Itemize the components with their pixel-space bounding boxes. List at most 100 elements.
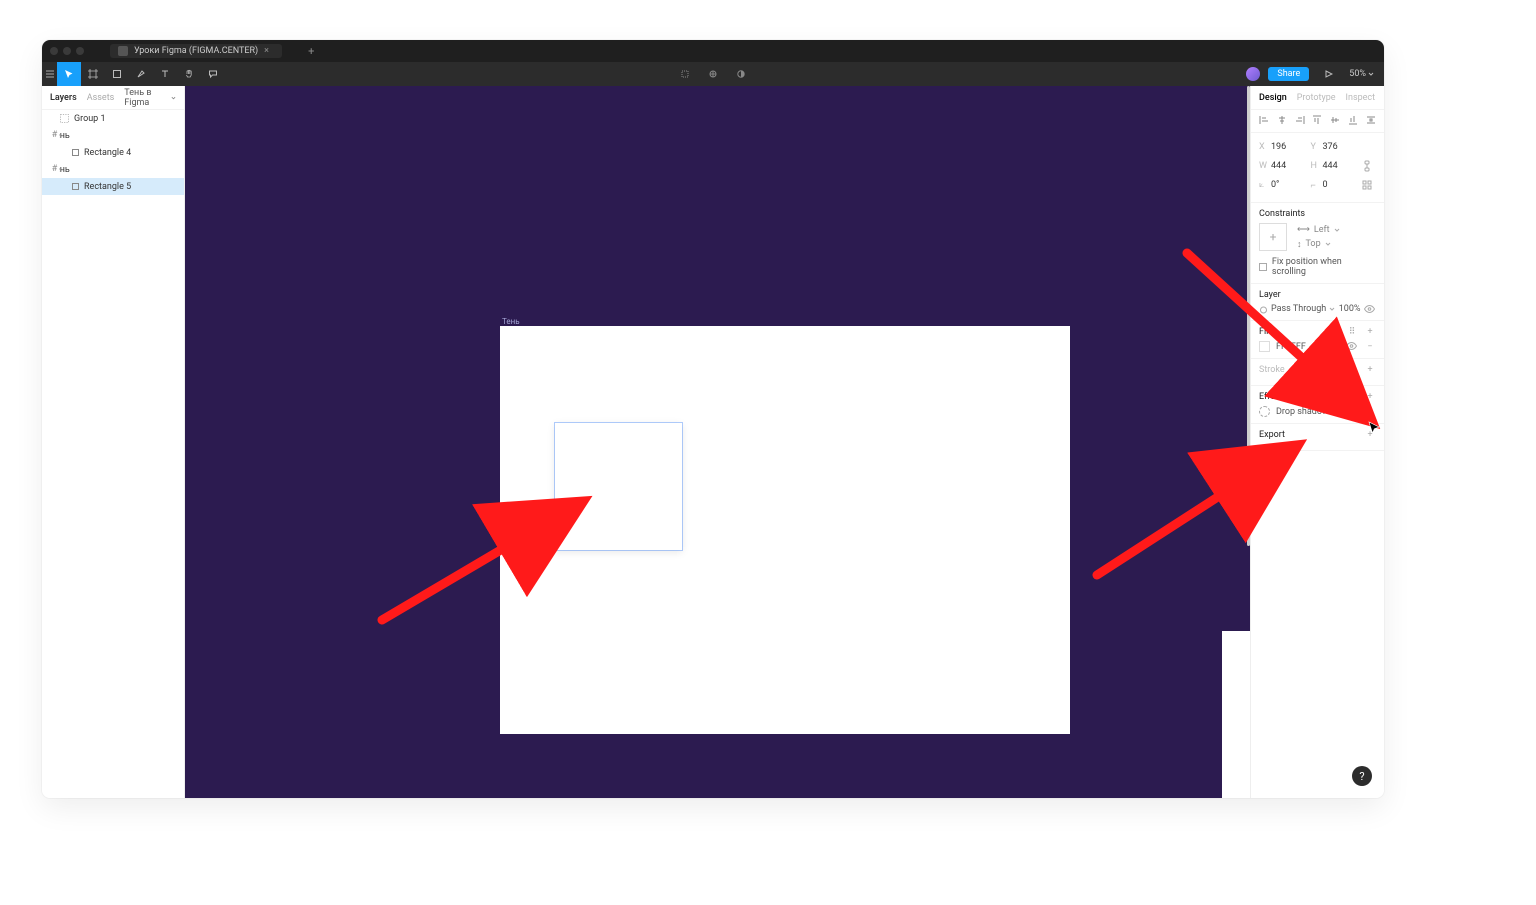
layer-group[interactable]: Group 1 <box>42 110 184 127</box>
style-icon[interactable]: ⠿ <box>1346 327 1358 337</box>
align-right-icon[interactable] <box>1293 114 1307 126</box>
effect-settings-icon[interactable] <box>1259 406 1270 417</box>
zoom-value: 50% <box>1349 69 1366 79</box>
chevron-down-icon <box>171 95 176 101</box>
tab-layers[interactable]: Layers <box>50 93 77 103</box>
layer-frame[interactable]: Тень <box>42 127 184 144</box>
file-tab[interactable]: Уроки Figma (FIGMA.CENTER) × <box>110 44 282 58</box>
close-window[interactable] <box>50 47 58 55</box>
hand-tool[interactable] <box>177 62 201 86</box>
distribute-icon[interactable] <box>1364 114 1378 126</box>
stroke-section: Stroke + <box>1251 359 1384 386</box>
zoom-control[interactable]: 50% <box>1349 69 1374 79</box>
align-vcenter-icon[interactable] <box>1328 114 1342 126</box>
constraints-section: Constraints ⟷Left ↕Top Fix position when… <box>1251 203 1384 284</box>
add-stroke-button[interactable]: + <box>1364 365 1376 375</box>
visibility-icon[interactable] <box>1364 305 1376 313</box>
independent-corners-icon[interactable] <box>1362 180 1376 190</box>
main-menu-button[interactable] <box>42 62 57 86</box>
transform-section: X196 Y376 W444 H444 ⟀0° ⌐0 <box>1251 133 1384 203</box>
pos-y-input[interactable]: 376 <box>1323 142 1338 152</box>
share-button[interactable]: Share <box>1268 67 1309 81</box>
white-area <box>1222 631 1250 798</box>
rectangle-icon <box>72 183 79 190</box>
height-input[interactable]: 444 <box>1323 161 1338 171</box>
constraint-h-select[interactable]: ⟷Left <box>1297 225 1340 235</box>
blend-mode-select[interactable]: Pass Through <box>1259 304 1335 314</box>
constraint-v-select[interactable]: ↕Top <box>1297 239 1340 250</box>
page-selector[interactable]: Тень в Figma <box>124 88 176 108</box>
rectangle-icon <box>72 149 79 156</box>
align-hcenter-icon[interactable] <box>1275 114 1289 126</box>
export-section: Export + <box>1251 424 1384 451</box>
app-window: Уроки Figma (FIGMA.CENTER) × + <box>42 40 1384 798</box>
remove-effect-button[interactable]: − <box>1364 407 1376 417</box>
shape-tool[interactable] <box>105 62 129 86</box>
align-bottom-icon[interactable] <box>1346 114 1360 126</box>
comment-tool[interactable] <box>201 62 225 86</box>
corner-radius-input[interactable]: 0 <box>1323 180 1328 190</box>
selected-rectangle[interactable] <box>555 423 682 550</box>
move-tool[interactable] <box>57 62 81 86</box>
present-button[interactable] <box>1317 70 1341 78</box>
fill-opacity-input[interactable]: 100% <box>1312 342 1334 352</box>
style-icon[interactable]: ⠿ <box>1346 392 1358 402</box>
remove-fill-button[interactable]: − <box>1364 342 1376 352</box>
pen-tool[interactable] <box>129 62 153 86</box>
add-fill-button[interactable]: + <box>1364 327 1376 337</box>
chevron-down-icon <box>1368 71 1374 77</box>
close-tab-icon[interactable]: × <box>264 46 274 56</box>
user-avatar[interactable] <box>1246 67 1260 81</box>
panel-scrollbar[interactable] <box>1247 86 1251 586</box>
constraint-diagram[interactable] <box>1259 223 1287 251</box>
frame-label[interactable]: Тень <box>502 317 520 326</box>
frame-tool[interactable] <box>81 62 105 86</box>
fill-section: Fill ⠿ + FFFFFF 100% − <box>1251 321 1384 359</box>
chevron-down-icon <box>1332 409 1338 415</box>
frame-icon <box>50 165 59 174</box>
visibility-icon[interactable] <box>1346 342 1358 352</box>
titlebar: Уроки Figma (FIGMA.CENTER) × + <box>42 40 1384 62</box>
align-left-icon[interactable] <box>1257 114 1271 126</box>
canvas[interactable]: Тень <box>185 86 1250 798</box>
text-tool[interactable] <box>153 62 177 86</box>
tab-inspect[interactable]: Inspect <box>1346 93 1376 103</box>
constrain-proportions-icon[interactable] <box>1362 160 1376 172</box>
design-panel: Design Prototype Inspect X196 Y376 <box>1250 86 1384 798</box>
rotation-input[interactable]: 0° <box>1271 180 1279 190</box>
alignment-controls <box>1251 110 1384 133</box>
align-top-icon[interactable] <box>1310 114 1324 126</box>
fill-swatch[interactable] <box>1259 341 1270 352</box>
layers-panel: Layers Assets Тень в Figma Group 1 Тень … <box>42 86 185 798</box>
boolean-tool[interactable] <box>729 69 753 79</box>
minimize-window[interactable] <box>63 47 71 55</box>
component-tool[interactable] <box>673 69 697 79</box>
fill-hex-input[interactable]: FFFFFF <box>1276 342 1306 352</box>
layer-rect[interactable]: Rectangle 4 <box>42 144 184 161</box>
mask-tool[interactable] <box>701 69 725 79</box>
help-button[interactable]: ? <box>1352 766 1372 786</box>
effects-section: Effects ⠿ + Drop shadow − <box>1251 386 1384 424</box>
pos-x-input[interactable]: 196 <box>1271 142 1286 152</box>
opacity-input[interactable]: 100% <box>1339 304 1361 314</box>
chevron-down-icon <box>1329 306 1335 312</box>
tab-assets[interactable]: Assets <box>87 93 115 103</box>
checkbox-icon <box>1259 263 1267 271</box>
width-input[interactable]: 444 <box>1271 161 1286 171</box>
effect-type-select[interactable]: Drop shadow <box>1276 407 1338 417</box>
cursor-icon <box>1368 421 1380 435</box>
add-effect-button[interactable]: + <box>1364 392 1376 402</box>
layer-section: Layer Pass Through 100% <box>1251 284 1384 321</box>
group-icon <box>60 114 69 123</box>
tab-prototype[interactable]: Prototype <box>1297 93 1336 103</box>
corner-radius-icon: ⌐ <box>1311 180 1319 191</box>
layer-rect-selected[interactable]: Rectangle 5 <box>42 178 184 195</box>
visibility-icon[interactable] <box>1346 407 1358 417</box>
layer-frame[interactable]: Тень <box>42 161 184 178</box>
rotation-icon: ⟀ <box>1259 180 1267 190</box>
maximize-window[interactable] <box>76 47 84 55</box>
window-controls[interactable] <box>50 47 84 55</box>
fix-position-checkbox[interactable]: Fix position when scrolling <box>1259 257 1376 277</box>
tab-design[interactable]: Design <box>1259 93 1287 103</box>
new-tab-button[interactable]: + <box>308 45 314 58</box>
